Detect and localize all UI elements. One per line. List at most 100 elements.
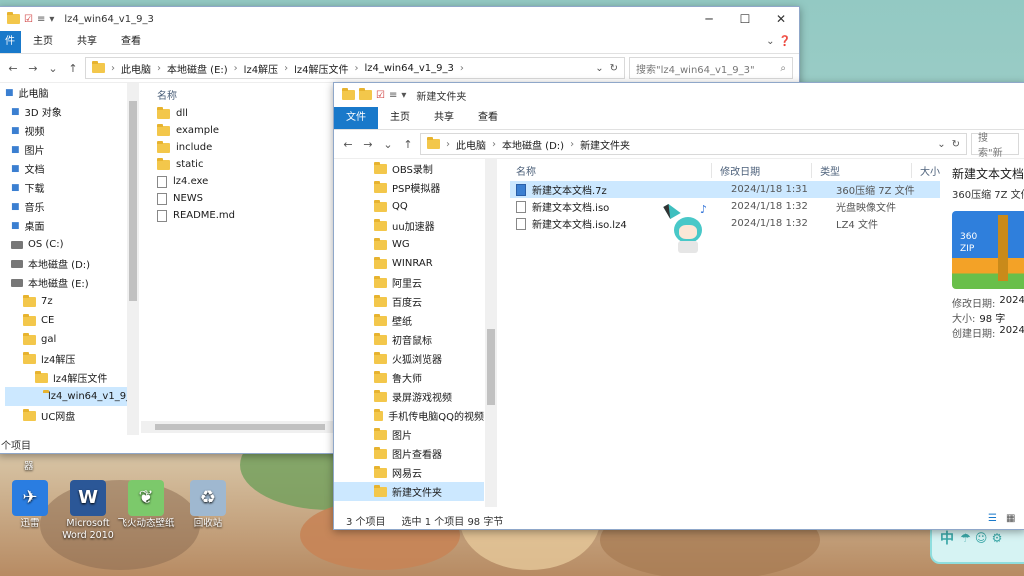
tree-item[interactable]: ■ 图片: [5, 140, 127, 159]
tree-item[interactable]: 百度云: [334, 292, 484, 311]
tree-item[interactable]: lz4解压: [5, 349, 127, 368]
tree-item[interactable]: OBS录制: [334, 159, 484, 178]
close-button[interactable]: ✕: [763, 7, 799, 31]
breadcrumb-item[interactable]: lz4解压: [244, 61, 278, 76]
list-item[interactable]: NEWS: [157, 190, 331, 207]
column-header-name[interactable]: 名称: [510, 163, 711, 178]
tree-item[interactable]: 网易云: [334, 463, 484, 482]
column-header-size[interactable]: 大小: [911, 162, 940, 178]
tree-item[interactable]: ■ 3D 对象: [5, 102, 127, 121]
back-arrow-icon[interactable]: ←: [340, 138, 356, 151]
tree-item[interactable]: CE: [5, 311, 127, 330]
breadcrumb[interactable]: › 此电脑 › 本地磁盘 (E:) › lz4解压 › lz4解压文件 › lz4_wi…: [85, 57, 625, 79]
tree-item[interactable]: 火狐浏览器: [334, 349, 484, 368]
up-arrow-icon[interactable]: ↑: [400, 138, 416, 151]
horizontal-scrollbar[interactable]: [141, 421, 333, 433]
recent-locations-icon[interactable]: ⌄: [45, 62, 61, 75]
tab-home[interactable]: 主页: [21, 31, 65, 53]
tree-item[interactable]: 图片查看器: [334, 444, 484, 463]
tree-item[interactable]: ■ 下载: [5, 178, 127, 197]
nav-scrollbar[interactable]: [127, 83, 139, 435]
horizontal-scrollbar[interactable]: [500, 497, 934, 509]
refresh-icon[interactable]: ↻: [610, 63, 618, 74]
checkmark-icon[interactable]: ☑: [24, 14, 33, 25]
desktop-shortcut[interactable]: ♻ 回收站: [178, 480, 238, 530]
tab-share[interactable]: 共享: [65, 31, 109, 53]
breadcrumb[interactable]: › 此电脑 › 本地磁盘 (D:) › 新建文件夹 ⌄ ↻: [420, 133, 967, 155]
tab-share[interactable]: 共享: [422, 107, 466, 129]
tree-item[interactable]: 初音鼠标: [334, 330, 484, 349]
breadcrumb-item[interactable]: 本地磁盘 (E:): [167, 61, 228, 76]
tree-item[interactable]: 壁纸: [334, 311, 484, 330]
tab-file[interactable]: 文件: [334, 107, 378, 129]
forward-arrow-icon[interactable]: →: [360, 138, 376, 151]
tree-item[interactable]: WINRAR: [334, 254, 484, 273]
tree-item[interactable]: QQ: [334, 197, 484, 216]
list-item[interactable]: static: [157, 156, 331, 173]
tree-item[interactable]: 本地磁盘 (D:): [5, 254, 127, 273]
properties-icon[interactable]: ≡: [389, 90, 397, 101]
list-item[interactable]: example: [157, 122, 331, 139]
breadcrumb-item[interactable]: 本地磁盘 (D:): [502, 137, 564, 152]
tree-item[interactable]: 录屏游戏视频: [334, 387, 484, 406]
search-input[interactable]: 搜索"新: [971, 133, 1019, 159]
breadcrumb-item[interactable]: 此电脑: [121, 61, 151, 76]
tree-item[interactable]: ■ 视频: [5, 121, 127, 140]
tree-item[interactable]: UC网盘: [5, 406, 127, 425]
tree-item[interactable]: 鲁大师: [334, 368, 484, 387]
checkmark-icon[interactable]: ☑: [376, 90, 385, 101]
column-header-date[interactable]: 修改日期: [711, 162, 811, 178]
tree-item[interactable]: 新建文件夹: [334, 482, 484, 501]
chevron-down-icon[interactable]: ▾: [401, 90, 406, 101]
desktop-shortcut[interactable]: W Microsoft Word 2010: [58, 480, 118, 542]
tree-item[interactable]: 阿里云: [334, 273, 484, 292]
tab-home[interactable]: 主页: [378, 107, 422, 129]
list-item[interactable]: 新建文本文档.iso.lz4 2024/1/18 1:32 LZ4 文件: [510, 215, 940, 232]
breadcrumb-item[interactable]: 此电脑: [456, 137, 486, 152]
tree-item[interactable]: 图片: [334, 425, 484, 444]
list-item[interactable]: lz4.exe: [157, 173, 331, 190]
help-icon[interactable]: ❓: [779, 31, 799, 53]
new-folder-icon[interactable]: [359, 88, 372, 100]
tab-view[interactable]: 查看: [466, 107, 510, 129]
list-item[interactable]: 新建文本文档.iso 2024/1/18 1:32 光盘映像文件: [510, 198, 940, 215]
tree-item[interactable]: gal: [5, 330, 127, 349]
desktop-shortcut[interactable]: ✈ 迅雷: [0, 480, 60, 530]
tree-item[interactable]: 7z: [5, 292, 127, 311]
desktop-shortcut[interactable]: ❦ 飞火动态壁纸: [116, 480, 176, 530]
forward-arrow-icon[interactable]: →: [25, 62, 41, 75]
large-icons-view-icon[interactable]: ▦: [1006, 513, 1015, 524]
tree-item[interactable]: uu加速器: [334, 216, 484, 235]
nav-scrollbar[interactable]: [485, 159, 497, 507]
breadcrumb-item[interactable]: 新建文件夹: [580, 137, 630, 152]
breadcrumb-item[interactable]: lz4解压文件: [294, 61, 348, 76]
dropdown-icon[interactable]: ⌄: [937, 139, 945, 150]
tree-item[interactable]: ■ 文档: [5, 159, 127, 178]
tree-item[interactable]: lz4_win64_v1_9_3: [5, 387, 127, 406]
recent-locations-icon[interactable]: ⌄: [380, 138, 396, 151]
list-item[interactable]: 新建文本文档.7z 2024/1/18 1:31 360压缩 7Z 文件: [510, 181, 940, 198]
tree-item[interactable]: WG: [334, 235, 484, 254]
refresh-icon[interactable]: ↻: [952, 139, 960, 150]
list-item[interactable]: README.md: [157, 207, 331, 224]
up-arrow-icon[interactable]: ↑: [65, 62, 81, 75]
tree-item[interactable]: PSP模拟器: [334, 178, 484, 197]
tree-item[interactable]: 手机传电脑QQ的视频: [334, 406, 484, 425]
list-item[interactable]: dll: [157, 105, 331, 122]
list-item[interactable]: include: [157, 139, 331, 156]
dropdown-icon[interactable]: ⌄: [595, 63, 603, 74]
tree-item[interactable]: lz4解压文件: [5, 368, 127, 387]
tree-item[interactable]: ■ 桌面: [5, 216, 127, 235]
search-input[interactable]: 搜索"lz4_win64_v1_9_3" ⌕: [629, 57, 793, 79]
tree-item[interactable]: ■ 音乐: [5, 197, 127, 216]
breadcrumb-item[interactable]: lz4_win64_v1_9_3: [364, 63, 453, 74]
back-arrow-icon[interactable]: ←: [5, 62, 21, 75]
properties-icon[interactable]: ≡: [37, 14, 45, 25]
chevron-down-icon[interactable]: ▾: [49, 14, 54, 25]
details-view-icon[interactable]: ☰: [988, 513, 997, 524]
ribbon-expand-icon[interactable]: ⌄: [762, 31, 778, 53]
tab-view[interactable]: 查看: [109, 31, 153, 53]
tree-item[interactable]: OS (C:): [5, 235, 127, 254]
column-header-name[interactable]: 名称: [151, 83, 331, 105]
tab-file[interactable]: 件: [0, 31, 21, 53]
